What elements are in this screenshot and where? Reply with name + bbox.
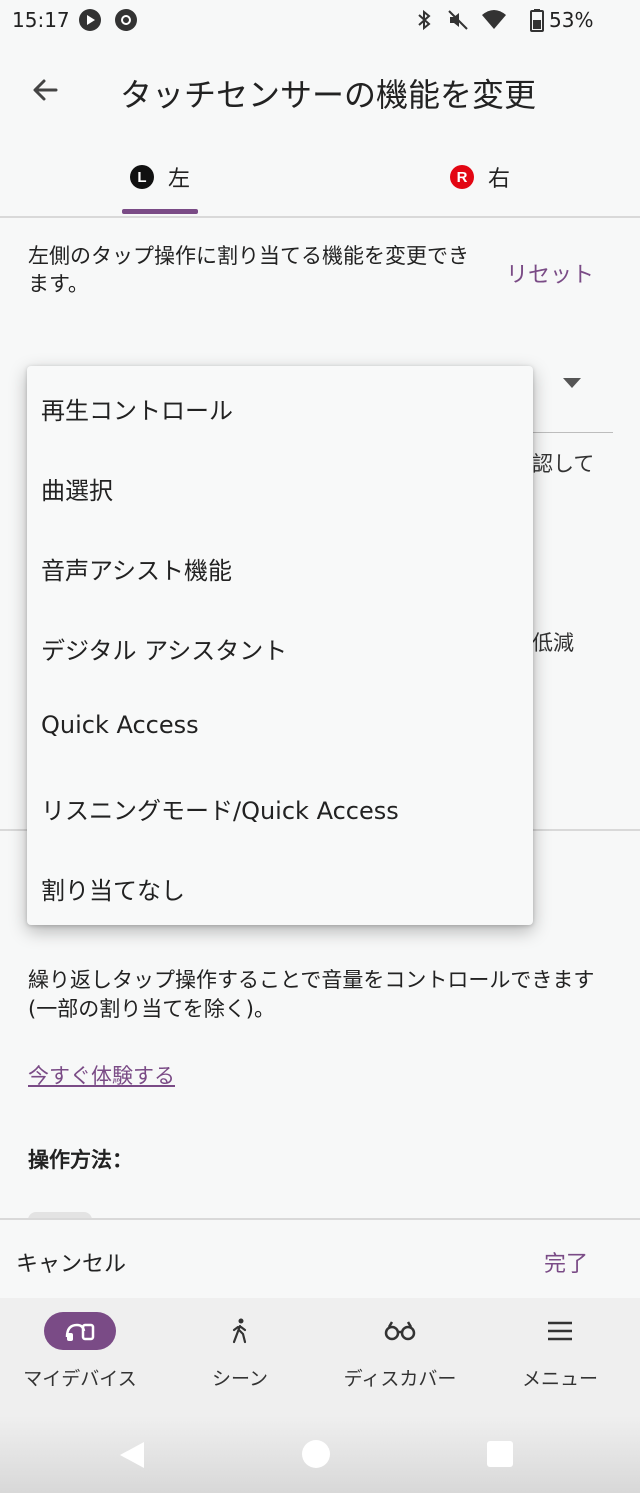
right-badge: R [449,165,474,189]
nav-label: メニュー [521,1368,598,1390]
status-bar: 15:17 53% [0,0,640,40]
play-badge-icon [78,8,102,32]
nav-menu[interactable]: メニュー [480,1298,640,1416]
nav-label: ディスカバー [343,1368,457,1390]
bluetooth-icon [412,8,436,32]
menu-item-unassigned[interactable]: 割り当てなし [27,847,533,927]
menu-item-label: リスニングモード/Quick Access [41,797,399,825]
home-circle-icon[interactable] [301,1439,331,1473]
chevron-down-icon[interactable] [563,378,581,388]
nav-label: シーン [211,1368,269,1390]
app-bar: タッチセンサーの機能を変更 [0,40,640,140]
menu-item-label: Quick Access [41,711,199,739]
nav-scene[interactable]: シーン [160,1298,320,1416]
function-dropdown-menu: 再生コントロール 曲選択 音声アシスト機能 デジタル アシスタント Quick … [27,366,533,925]
headphones-device-icon [44,1312,116,1350]
menu-item-digital-assistant[interactable]: デジタル アシスタント [27,607,533,687]
settings-badge-icon [114,8,138,32]
bottom-navigation: マイデバイス シーン ディスカバー メニュー [0,1298,640,1416]
tab-right[interactable]: R 右 [320,140,640,214]
back-triangle-icon[interactable] [118,1440,146,1474]
left-badge: L [129,165,154,189]
wifi-icon [480,8,506,32]
menu-item-quick-access[interactable]: Quick Access [27,687,533,767]
status-time: 15:17 [12,8,70,32]
cancel-button[interactable]: キャンセル [16,1246,126,1278]
menu-item-label: 曲選択 [41,477,113,505]
menu-item-label: デジタル アシスタント [41,637,288,665]
hidden-text-fragment: 認して [532,452,595,476]
system-navigation-bar [0,1416,640,1493]
menu-item-label: 割り当てなし [41,877,185,905]
arrow-left-icon[interactable] [26,70,66,110]
tab-right-label: 右 [487,167,510,192]
page-title: タッチセンサーの機能を変更 [120,76,537,114]
description-text: 左側のタップ操作に割り当てる機能を変更できます。 [28,244,469,296]
walking-person-icon [204,1312,276,1350]
volume-description: 繰り返しタップ操作することで音量をコントロールできます (一部の割り当てを除く)… [28,968,595,1021]
tab-indicator [122,209,198,214]
try-now-link[interactable]: 今すぐ体験する [28,1060,175,1090]
left-right-tabs: L 左 R 右 [0,140,640,218]
menu-item-playback-control[interactable]: 再生コントロール [27,367,533,447]
menu-item-label: 音声アシスト機能 [41,557,233,585]
recents-square-icon[interactable] [486,1440,514,1472]
nav-label: マイデバイス [23,1368,137,1390]
menu-item-track-select[interactable]: 曲選択 [27,447,533,527]
hamburger-menu-icon [524,1312,596,1350]
tab-left-label: 左 [167,167,190,192]
hidden-text-fragment: 低減 [532,631,574,655]
tab-left[interactable]: L 左 [0,140,320,214]
menu-item-voice-assist[interactable]: 音声アシスト機能 [27,527,533,607]
menu-item-label: 再生コントロール [41,397,233,425]
action-bar: キャンセル 完了 [0,1218,640,1300]
done-button[interactable]: 完了 [544,1246,588,1278]
battery-percent: 53% [549,8,594,32]
how-to-heading: 操作方法： [28,1148,133,1172]
mute-icon [446,8,470,32]
binoculars-icon [364,1312,436,1350]
menu-item-listening-mode[interactable]: リスニングモード/Quick Access [27,767,533,847]
reset-button[interactable]: リセット [506,257,594,289]
nav-my-device[interactable]: マイデバイス [0,1298,160,1416]
nav-discover[interactable]: ディスカバー [320,1298,480,1416]
